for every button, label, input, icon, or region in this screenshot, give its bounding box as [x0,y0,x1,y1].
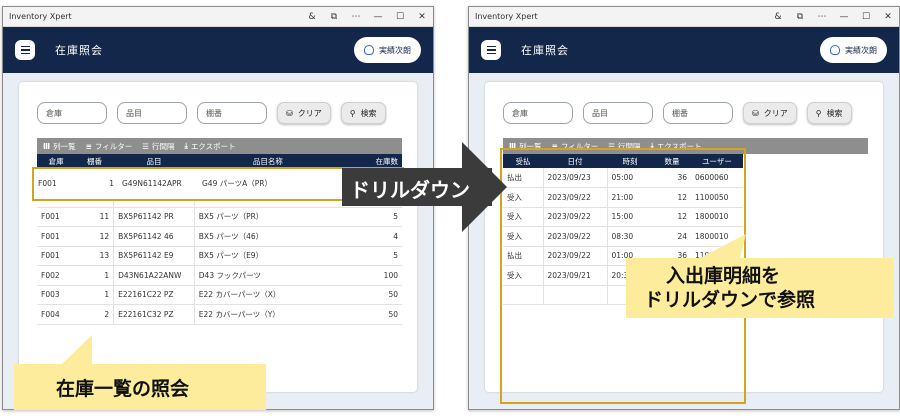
right-callout-line2: ドリルダウンで参照 [644,289,816,311]
stage: Inventory Xpert & ⧉ ⋯ — ☐ ✕ 在庫照会 実績次朗 倉庫… [0,0,900,420]
right-callout-pointer [700,234,746,258]
left-callout-text: 在庫一覧の照会 [56,378,190,400]
right-callout: 入出庫明細を ドリルダウンで参照 [626,258,894,318]
left-callout-pointer [62,335,92,364]
callout-pointers [62,234,746,364]
right-callout-line1: 入出庫明細を [666,265,781,287]
left-callout: 在庫一覧の照会 [14,364,266,410]
